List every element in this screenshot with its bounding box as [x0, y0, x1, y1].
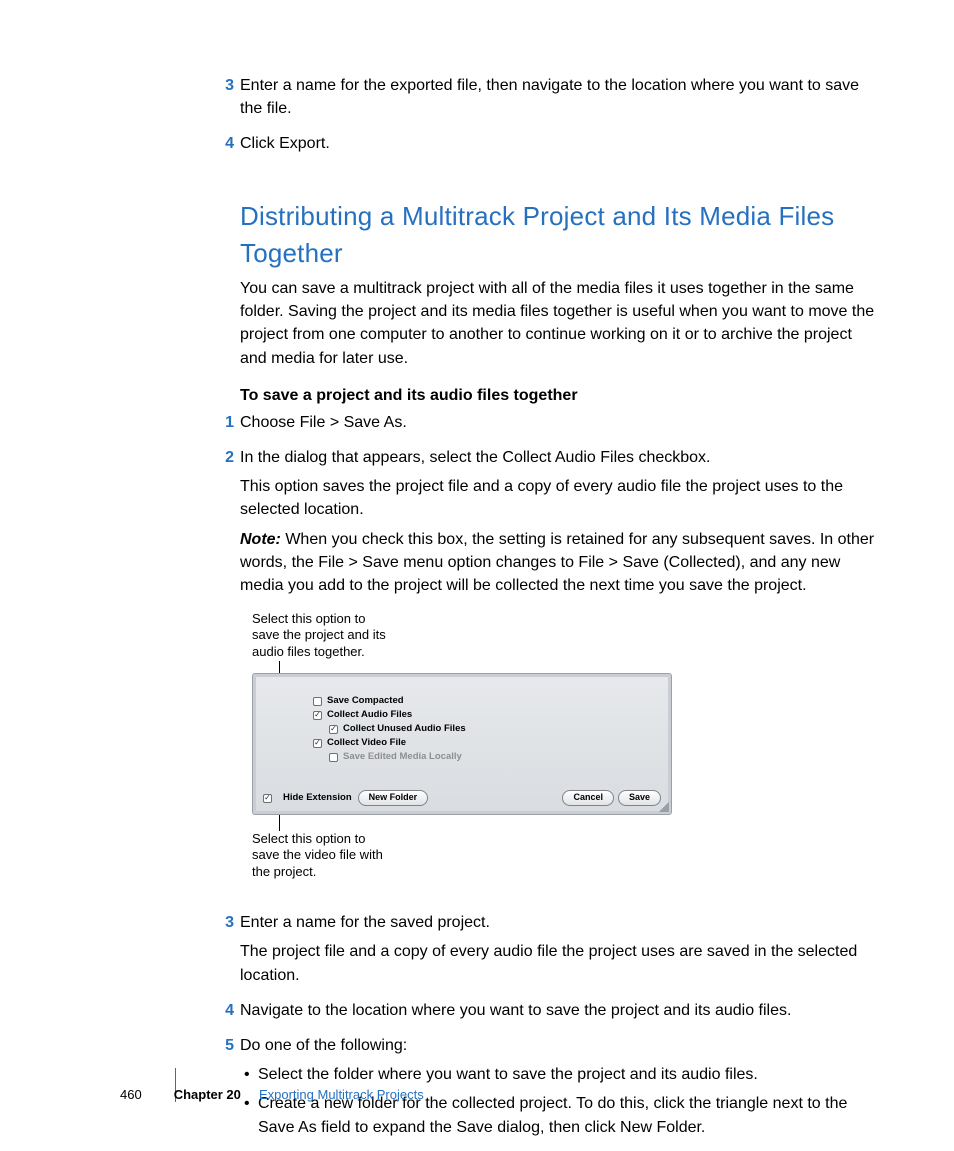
step-body: In the dialog that appears, select the C… [240, 446, 880, 603]
step-3-export-name: 3 Enter a name for the exported file, th… [240, 74, 880, 126]
step-number: 3 [212, 911, 234, 993]
step-text: Navigate to the location where you want … [240, 999, 880, 1022]
option-collect-unused-audio[interactable]: ✓ Collect Unused Audio Files [329, 722, 466, 736]
step-text: Do one of the following: [240, 1034, 880, 1057]
dialog-footer: ✓ Hide Extension New Folder Cancel Save [263, 790, 661, 806]
note-label: Note: [240, 531, 285, 548]
step-text: Choose File > Save As. [240, 411, 880, 434]
page-content: 3 Enter a name for the exported file, th… [240, 74, 880, 1151]
checkbox-icon[interactable]: ✓ [313, 739, 322, 748]
option-label: Save Compacted [327, 696, 404, 706]
checkbox-icon [329, 753, 338, 762]
option-label: Collect Video File [327, 738, 406, 748]
save-button[interactable]: Save [618, 790, 661, 806]
list-item: Select the folder where you want to save… [258, 1063, 880, 1086]
step-text: Click Export. [240, 132, 880, 155]
section-intro: You can save a multitrack project with a… [240, 277, 880, 370]
step-4-navigate-location: 4 Navigate to the location where you wan… [240, 999, 880, 1028]
page-footer: 460 Chapter 20 Exporting Multitrack Proj… [120, 1086, 424, 1105]
step-text: This option saves the project file and a… [240, 475, 880, 521]
step-text: The project file and a copy of every aud… [240, 940, 880, 986]
callout-bottom: Select this option to save the video fil… [252, 831, 396, 880]
step-text: Enter a name for the saved project. [240, 911, 880, 934]
new-folder-button[interactable]: New Folder [358, 790, 429, 806]
step-2-collect-audio: 2 In the dialog that appears, select the… [240, 446, 880, 603]
option-save-edited-media: Save Edited Media Locally [329, 750, 466, 764]
callout-top: Select this option to save the project a… [252, 611, 396, 660]
step-body: Click Export. [240, 132, 880, 161]
save-dialog-figure: Select this option to save the project a… [240, 611, 670, 891]
step-body: Enter a name for the saved project. The … [240, 911, 880, 993]
checkbox-icon[interactable]: ✓ [329, 725, 338, 734]
procedure-subhead: To save a project and its audio files to… [240, 384, 880, 407]
note-text: When you check this box, the setting is … [240, 531, 874, 594]
step-number: 4 [212, 132, 234, 161]
option-label: Save Edited Media Locally [343, 752, 462, 762]
step-number: 1 [212, 411, 234, 440]
dialog-options: Save Compacted ✓ Collect Audio Files ✓ C… [313, 694, 466, 764]
option-save-compacted[interactable]: Save Compacted [313, 694, 466, 708]
step-body: Navigate to the location where you want … [240, 999, 880, 1028]
step-text: In the dialog that appears, select the C… [240, 446, 880, 469]
option-label: Collect Unused Audio Files [343, 724, 466, 734]
step-3-enter-name: 3 Enter a name for the saved project. Th… [240, 911, 880, 993]
step-number: 4 [212, 999, 234, 1028]
page-number: 460 [120, 1086, 142, 1105]
option-collect-video[interactable]: ✓ Collect Video File [313, 736, 466, 750]
step-4-click-export: 4 Click Export. [240, 132, 880, 161]
checkbox-icon[interactable]: ✓ [313, 711, 322, 720]
step-text: Enter a name for the exported file, then… [240, 74, 880, 120]
option-label: Collect Audio Files [327, 710, 412, 720]
save-dialog: Save Compacted ✓ Collect Audio Files ✓ C… [252, 673, 672, 815]
checkbox-icon[interactable] [313, 697, 322, 706]
checkbox-icon[interactable]: ✓ [263, 794, 272, 803]
step-body: Choose File > Save As. [240, 411, 880, 440]
step-number: 2 [212, 446, 234, 603]
step-number: 3 [212, 74, 234, 126]
option-collect-audio[interactable]: ✓ Collect Audio Files [313, 708, 466, 722]
hide-extension-label: Hide Extension [283, 791, 352, 805]
step-1-save-as: 1 Choose File > Save As. [240, 411, 880, 440]
chapter-label: Chapter 20 [174, 1087, 241, 1102]
chapter-title: Exporting Multitrack Projects [259, 1087, 424, 1102]
cancel-button[interactable]: Cancel [562, 790, 614, 806]
section-heading: Distributing a Multitrack Project and It… [240, 198, 880, 273]
step-body: Enter a name for the exported file, then… [240, 74, 880, 126]
resize-handle-icon[interactable] [659, 802, 669, 812]
note-paragraph: Note: When you check this box, the setti… [240, 528, 880, 598]
